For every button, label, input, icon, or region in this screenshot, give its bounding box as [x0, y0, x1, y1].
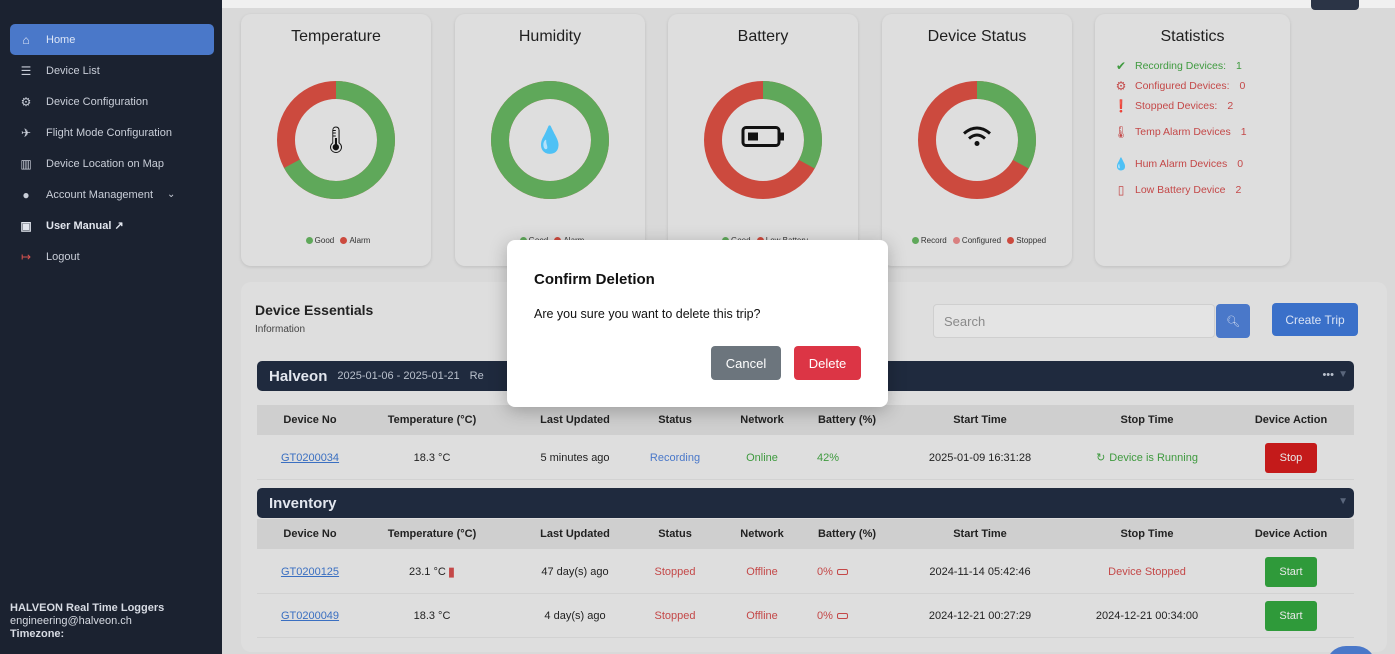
dialog-message: Are you sure you want to delete this tri… — [534, 307, 761, 321]
dialog-title: Confirm Deletion — [534, 271, 655, 288]
confirm-deletion-dialog: Confirm Deletion Are you sure you want t… — [507, 240, 888, 407]
cancel-button[interactable]: Cancel — [711, 346, 781, 380]
delete-button[interactable]: Delete — [794, 346, 861, 380]
